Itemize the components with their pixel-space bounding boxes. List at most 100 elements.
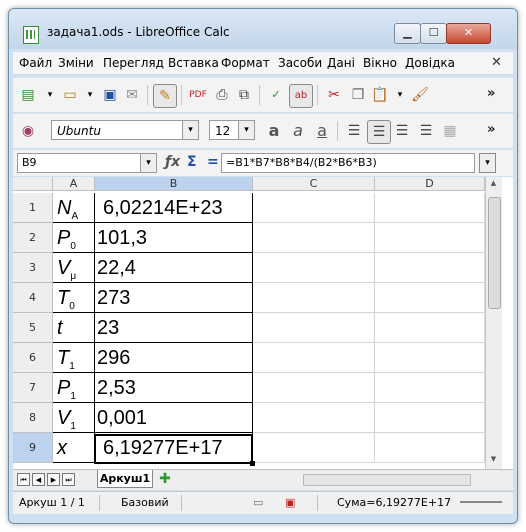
- column-header-b[interactable]: B: [95, 177, 253, 191]
- row-header[interactable]: 1: [13, 193, 53, 223]
- maximize-button[interactable]: ☐: [420, 23, 447, 44]
- copy-icon[interactable]: ❐: [347, 84, 369, 106]
- sheet-tab[interactable]: Аркуш1: [97, 470, 153, 488]
- italic-icon[interactable]: a: [287, 120, 309, 142]
- row-header[interactable]: 9: [13, 433, 53, 463]
- empty-cell[interactable]: [253, 373, 375, 403]
- empty-cell[interactable]: [253, 433, 375, 463]
- close-document-icon[interactable]: ✕: [491, 55, 502, 70]
- empty-cell[interactable]: [253, 223, 375, 253]
- empty-cell[interactable]: [253, 343, 375, 373]
- menu-edit[interactable]: Зміни: [58, 56, 94, 70]
- cell-label[interactable]: P0: [53, 223, 95, 253]
- formula-icon[interactable]: =: [207, 154, 219, 170]
- open-folder-icon[interactable]: ▭: [59, 84, 81, 106]
- cut-icon[interactable]: ✂: [323, 84, 345, 106]
- font-size-combo[interactable]: 12 ▾: [209, 120, 255, 140]
- clone-formatting-icon[interactable]: 🖌: [409, 84, 431, 106]
- cell-value[interactable]: 273: [95, 283, 253, 313]
- styles-icon[interactable]: ◉: [17, 120, 39, 142]
- align-center-icon[interactable]: ☰: [367, 120, 391, 144]
- name-box[interactable]: B9 ▾: [17, 153, 157, 173]
- font-name-dropdown-icon[interactable]: ▾: [182, 121, 198, 139]
- cell-value[interactable]: 296: [95, 343, 253, 373]
- empty-cell[interactable]: [253, 313, 375, 343]
- new-dropdown-icon[interactable]: ▾: [39, 84, 61, 106]
- row-header[interactable]: 3: [13, 253, 53, 283]
- row-header[interactable]: 6: [13, 343, 53, 373]
- cell-label[interactable]: P1: [53, 373, 95, 403]
- font-name-combo[interactable]: Ubuntu ▾: [51, 120, 199, 140]
- menu-help[interactable]: Довідка: [405, 56, 455, 70]
- cell-value[interactable]: 0,001: [95, 403, 253, 433]
- column-header-a[interactable]: A: [53, 177, 95, 191]
- new-document-icon[interactable]: ▤: [17, 84, 39, 106]
- bold-icon[interactable]: a: [263, 120, 285, 142]
- name-box-dropdown-icon[interactable]: ▾: [140, 154, 156, 172]
- empty-cell[interactable]: [375, 313, 485, 343]
- toolbar-overflow-icon[interactable]: »: [487, 122, 495, 137]
- formula-input[interactable]: =B1*B7*B8*B4/(B2*B6*B3): [221, 153, 475, 173]
- cell-value[interactable]: 23: [95, 313, 253, 343]
- empty-cell[interactable]: [375, 193, 485, 223]
- row-header[interactable]: 2: [13, 223, 53, 253]
- cell-label[interactable]: NA: [53, 193, 95, 223]
- save-icon[interactable]: ▣: [99, 84, 121, 106]
- font-size-dropdown-icon[interactable]: ▾: [238, 121, 254, 139]
- empty-cell[interactable]: [253, 193, 375, 223]
- column-header-d[interactable]: D: [375, 177, 485, 191]
- row-header[interactable]: 4: [13, 283, 53, 313]
- horizontal-scrollbar[interactable]: [303, 474, 471, 486]
- print-preview-icon[interactable]: ⧉: [233, 84, 255, 106]
- empty-cell[interactable]: [253, 253, 375, 283]
- row-header[interactable]: 8: [13, 403, 53, 433]
- corner-select-all[interactable]: [13, 177, 53, 191]
- menu-window[interactable]: Вікно: [363, 56, 397, 70]
- sum-icon[interactable]: Σ: [187, 154, 197, 170]
- first-sheet-icon[interactable]: ⏮: [17, 473, 30, 486]
- vertical-scrollbar[interactable]: ▲ ▼: [485, 177, 502, 469]
- column-header-c[interactable]: C: [253, 177, 375, 191]
- align-right-icon[interactable]: ☰: [391, 120, 413, 142]
- autospellcheck-icon[interactable]: ab: [289, 84, 313, 108]
- add-sheet-icon[interactable]: ✚: [154, 471, 176, 487]
- menu-tools[interactable]: Засоби: [278, 56, 322, 70]
- empty-cell[interactable]: [375, 433, 485, 463]
- zoom-slider[interactable]: [460, 501, 502, 503]
- empty-cell[interactable]: [375, 283, 485, 313]
- cell-label[interactable]: Vμ: [53, 253, 95, 283]
- scrollbar-thumb[interactable]: [488, 197, 501, 309]
- empty-cell[interactable]: [375, 343, 485, 373]
- empty-cell[interactable]: [375, 253, 485, 283]
- selection-mode-icon[interactable]: ▭: [253, 496, 263, 509]
- empty-cell[interactable]: [253, 283, 375, 313]
- underline-icon[interactable]: a: [311, 120, 333, 142]
- justify-icon[interactable]: ☰: [415, 120, 437, 142]
- paste-icon[interactable]: 📋: [369, 84, 391, 106]
- align-left-icon[interactable]: ☰: [343, 120, 365, 142]
- paste-dropdown-icon[interactable]: ▾: [389, 84, 411, 106]
- cell-value[interactable]: 2,53: [95, 373, 253, 403]
- empty-cell[interactable]: [375, 403, 485, 433]
- scroll-down-icon[interactable]: ▼: [488, 455, 499, 467]
- menu-insert[interactable]: Вставка: [168, 56, 219, 70]
- cell-value[interactable]: 101,3: [95, 223, 253, 253]
- edit-mode-icon[interactable]: ✎: [153, 84, 177, 108]
- spellcheck-icon[interactable]: ✓: [265, 84, 287, 106]
- menu-view[interactable]: Перегляд: [103, 56, 164, 70]
- close-window-button[interactable]: ✕: [446, 23, 491, 44]
- minimize-button[interactable]: ▁: [394, 23, 421, 44]
- scroll-up-icon[interactable]: ▲: [488, 179, 499, 191]
- export-pdf-icon[interactable]: PDF: [187, 84, 209, 106]
- cell-value[interactable]: 22,4: [95, 253, 253, 283]
- open-dropdown-icon[interactable]: ▾: [79, 84, 101, 106]
- row-header[interactable]: 7: [13, 373, 53, 403]
- empty-cell[interactable]: [375, 223, 485, 253]
- cell-label[interactable]: t: [53, 313, 95, 343]
- cell-label[interactable]: T0: [53, 283, 95, 313]
- next-sheet-icon[interactable]: ▶: [47, 473, 60, 486]
- row-header[interactable]: 5: [13, 313, 53, 343]
- cell-value[interactable]: 6,02214E+23: [95, 193, 253, 223]
- menu-file[interactable]: Файл: [19, 56, 52, 70]
- function-wizard-icon[interactable]: ƒx: [165, 154, 180, 170]
